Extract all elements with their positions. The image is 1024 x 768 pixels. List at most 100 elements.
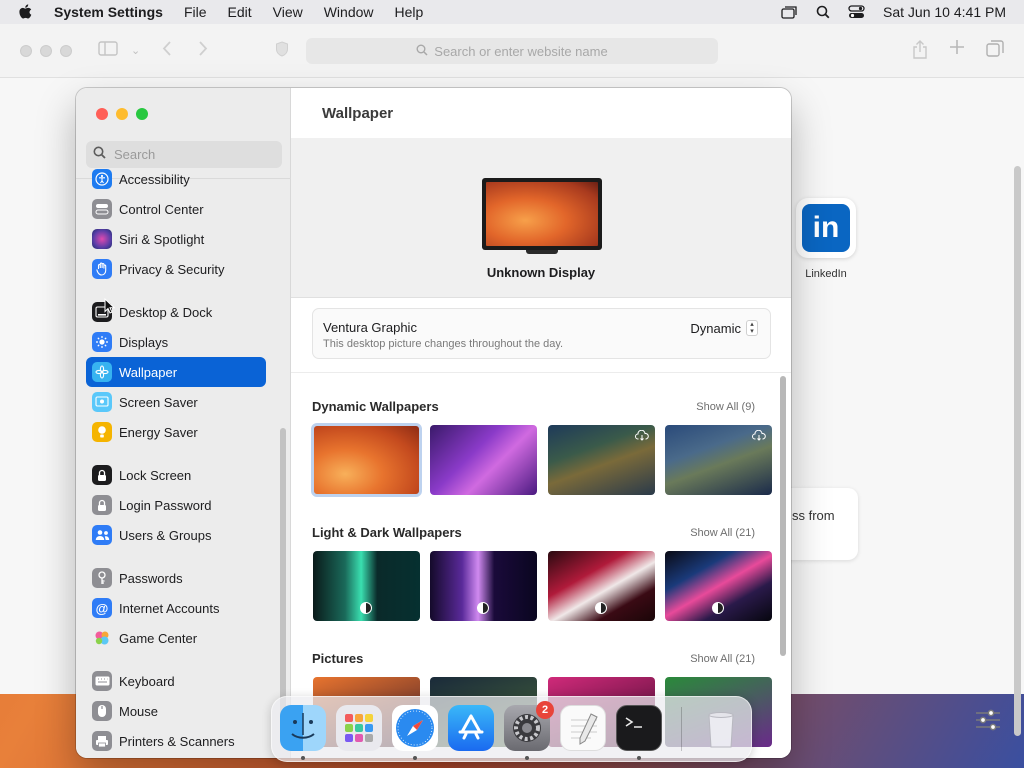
- share-icon[interactable]: [912, 40, 928, 64]
- menu-view[interactable]: View: [273, 4, 303, 20]
- sidebar-item-label: Screen Saver: [119, 394, 198, 410]
- sidebar-item-label: Internet Accounts: [119, 600, 220, 616]
- wallpaper-thumb-light-dark-4[interactable]: [665, 551, 772, 621]
- light-dark-mode-icon: [477, 602, 489, 614]
- sidebar-item-control-center[interactable]: Control Center: [86, 194, 266, 224]
- sidebar-item-label: Printers & Scanners: [119, 733, 235, 749]
- sidebar-item-label: Keyboard: [119, 673, 175, 689]
- sidebar-toggle-icon[interactable]: [98, 41, 118, 61]
- wallpaper-thumb-monterey[interactable]: [430, 425, 537, 495]
- current-wallpaper-preview: [486, 182, 598, 246]
- dock-textedit-icon[interactable]: [560, 705, 606, 751]
- printer-icon: [92, 731, 112, 751]
- sidebar-item-internet-accounts[interactable]: @ Internet Accounts: [86, 593, 266, 623]
- menu-window[interactable]: Window: [324, 4, 374, 20]
- sidebar-item-energy-saver[interactable]: Energy Saver: [86, 417, 266, 447]
- wallpaper-thumb-catalina-day[interactable]: [548, 425, 655, 495]
- sidebar-item-lock-screen[interactable]: Lock Screen: [86, 460, 266, 490]
- sidebar-item-game-center[interactable]: Game Center: [86, 623, 266, 653]
- menu-help[interactable]: Help: [395, 4, 424, 20]
- sidebar-item-printers-scanners[interactable]: Printers & Scanners: [86, 726, 266, 756]
- sidebar-item-privacy-security[interactable]: Privacy & Security: [86, 254, 266, 284]
- sidebar-item-label: Desktop & Dock: [119, 304, 213, 320]
- apple-menu-icon[interactable]: [18, 3, 40, 21]
- dock-trash-icon[interactable]: [698, 705, 744, 751]
- dock-app-store-icon[interactable]: [448, 705, 494, 751]
- energy-saver-icon: [92, 422, 112, 442]
- search-input[interactable]: [114, 147, 274, 162]
- dock-finder-icon[interactable]: [280, 705, 326, 751]
- dock-safari-icon[interactable]: [392, 705, 438, 751]
- sidebar-item-mouse[interactable]: Mouse: [86, 696, 266, 726]
- sidebar-item-wallpaper[interactable]: Wallpaper: [86, 357, 266, 387]
- wallpaper-thumb-light-dark-2[interactable]: [430, 551, 537, 621]
- sidebar-item-displays[interactable]: Displays: [86, 327, 266, 357]
- light-dark-mode-icon: [712, 602, 724, 614]
- sidebar-item-users-groups[interactable]: Users & Groups: [86, 520, 266, 550]
- browser-url-bar[interactable]: Search or enter website name: [306, 38, 718, 64]
- users-groups-icon: [92, 525, 112, 545]
- sidebar-item-keyboard[interactable]: Keyboard: [86, 666, 266, 696]
- section-title-dynamic: Dynamic Wallpapers: [312, 399, 439, 414]
- dock-terminal-icon[interactable]: [616, 705, 662, 751]
- dock-launchpad-icon[interactable]: [336, 705, 382, 751]
- mouse-pointer-icon: [104, 297, 116, 319]
- wallpaper-thumb-light-dark-3[interactable]: [548, 551, 655, 621]
- sidebar-item-label: Displays: [119, 334, 169, 350]
- control-center-icon[interactable]: [848, 5, 865, 19]
- close-button[interactable]: [96, 108, 108, 120]
- sidebar-item-label: Energy Saver: [119, 424, 198, 440]
- menu-file[interactable]: File: [184, 4, 207, 20]
- linkedin-favorite-tile[interactable]: in: [796, 198, 856, 258]
- accessibility-icon: [92, 169, 112, 189]
- main-scrollbar[interactable]: [780, 376, 786, 656]
- search-icon: [416, 44, 428, 59]
- privacy-hand-icon: [92, 259, 112, 279]
- wallpaper-thumb-catalina-night[interactable]: [665, 425, 772, 495]
- privacy-shield-icon[interactable]: [275, 41, 289, 62]
- sidebar-item-label: Mouse: [119, 703, 159, 719]
- siri-icon: [92, 229, 112, 249]
- cloud-download-icon: [752, 429, 766, 444]
- wallpaper-thumb-light-dark-1[interactable]: [313, 551, 420, 621]
- forward-arrow-icon[interactable]: [198, 41, 208, 61]
- sidebar-scrollbar[interactable]: [280, 428, 286, 728]
- browser-close-dot[interactable]: [20, 45, 32, 57]
- light-dark-mode-icon: [360, 602, 372, 614]
- sidebar-item-accessibility[interactable]: Accessibility: [86, 164, 266, 194]
- wallpaper-mode-popup[interactable]: Dynamic ▴ ▾: [690, 320, 758, 336]
- linkedin-label: LinkedIn: [805, 268, 847, 280]
- game-center-icon: [92, 628, 112, 648]
- sidebar-item-label: Accessibility: [119, 171, 190, 187]
- tab-overview-icon[interactable]: [986, 40, 1004, 62]
- browser-minimize-dot[interactable]: [40, 45, 52, 57]
- window-switcher-icon[interactable]: [781, 5, 798, 19]
- popup-stepper-icon: ▴ ▾: [746, 320, 758, 336]
- browser-zoom-dot[interactable]: [60, 45, 72, 57]
- sidebar-item-screen-saver[interactable]: Screen Saver: [86, 387, 266, 417]
- show-all-dynamic-button[interactable]: Show All (9): [696, 401, 755, 413]
- sidebar-item-label: Wallpaper: [119, 364, 178, 380]
- minimize-button[interactable]: [116, 108, 128, 120]
- dock-running-dot: [637, 756, 641, 760]
- light-dark-mode-icon: [595, 602, 607, 614]
- customize-sliders-icon[interactable]: [974, 708, 1002, 737]
- new-tab-plus-icon[interactable]: [949, 39, 965, 60]
- spotlight-search-icon[interactable]: [816, 5, 830, 19]
- wallpaper-mode-value: Dynamic: [690, 320, 741, 336]
- sidebar-item-siri-spotlight[interactable]: Siri & Spotlight: [86, 224, 266, 254]
- back-arrow-icon[interactable]: [162, 41, 172, 61]
- menu-edit[interactable]: Edit: [228, 4, 252, 20]
- sidebar-item-passwords[interactable]: Passwords: [86, 563, 266, 593]
- zoom-button[interactable]: [136, 108, 148, 120]
- chevron-down-icon[interactable]: ⌄: [131, 44, 140, 57]
- sidebar-item-login-password[interactable]: Login Password: [86, 490, 266, 520]
- show-all-pictures-button[interactable]: Show All (21): [690, 653, 755, 665]
- menu-clock[interactable]: Sat Jun 10 4:41 PM: [883, 4, 1006, 20]
- dock: 2: [271, 696, 752, 762]
- mouse-icon: [92, 701, 112, 721]
- wallpaper-thumb-ventura-graphic[interactable]: [311, 423, 422, 497]
- show-all-light-dark-button[interactable]: Show All (21): [690, 527, 755, 539]
- browser-scrollbar[interactable]: [1014, 166, 1021, 736]
- menu-app-name[interactable]: System Settings: [54, 4, 163, 20]
